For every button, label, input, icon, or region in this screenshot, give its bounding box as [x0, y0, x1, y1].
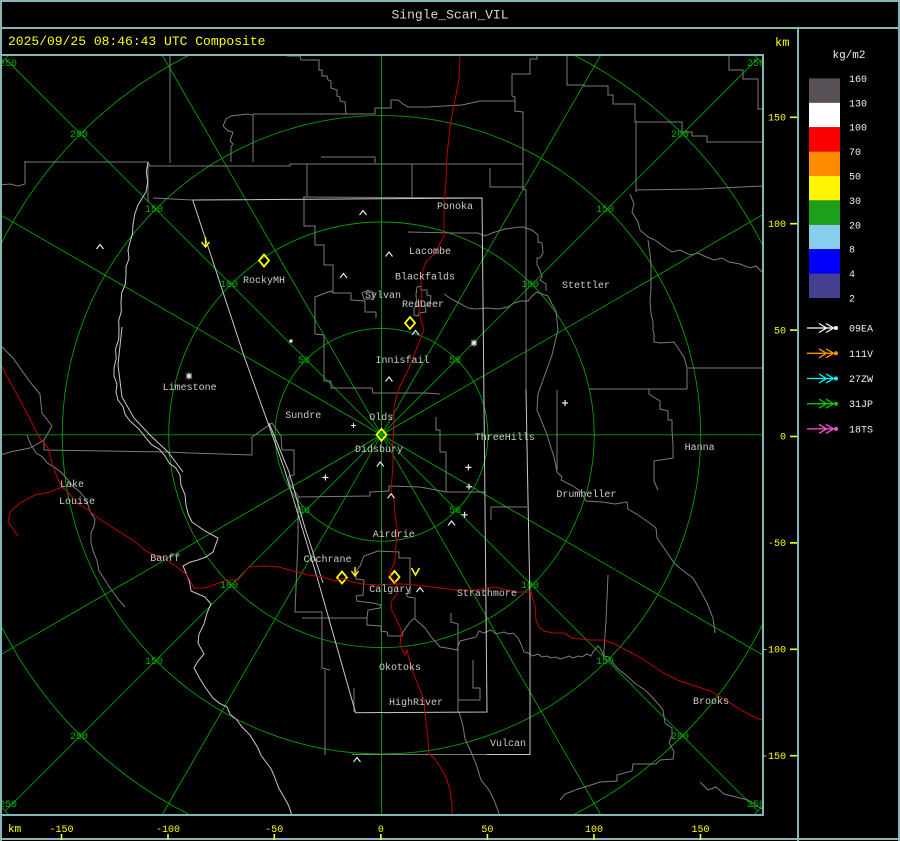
svg-text:2: 2 [849, 295, 855, 306]
svg-text:200: 200 [671, 130, 689, 141]
svg-text:Stettler: Stettler [562, 280, 610, 292]
svg-text:150: 150 [596, 657, 614, 668]
svg-text:Brooks: Brooks [693, 696, 729, 708]
svg-text:0: 0 [780, 433, 786, 444]
svg-text:Calgary: Calgary [369, 584, 411, 596]
svg-text:Hanna: Hanna [685, 443, 715, 454]
svg-text:Lake: Lake [60, 479, 84, 491]
svg-text:100: 100 [849, 124, 867, 135]
svg-text:Strathmore: Strathmore [457, 588, 517, 600]
svg-text:50: 50 [449, 506, 461, 517]
svg-text:18TS: 18TS [849, 425, 873, 436]
svg-text:Lacombe: Lacombe [409, 246, 451, 258]
svg-text:50: 50 [774, 326, 786, 337]
svg-text:km: km [8, 824, 22, 836]
svg-text:200: 200 [70, 130, 88, 141]
svg-text:-150: -150 [762, 752, 786, 763]
svg-text:70: 70 [849, 148, 861, 159]
svg-text:31JP: 31JP [849, 400, 873, 411]
svg-text:Single_Scan_VIL: Single_Scan_VIL [391, 8, 508, 23]
svg-text:150: 150 [145, 205, 163, 216]
svg-text:100: 100 [768, 220, 786, 231]
svg-text:Innisfail: Innisfail [376, 355, 430, 367]
svg-text:kg/m2: kg/m2 [832, 50, 865, 62]
svg-text:100: 100 [220, 280, 238, 291]
svg-text:4: 4 [849, 270, 855, 281]
svg-text:Blackfalds: Blackfalds [395, 272, 455, 284]
svg-text:150: 150 [596, 205, 614, 216]
svg-text:50: 50 [849, 173, 861, 184]
svg-text:Limestone: Limestone [163, 382, 217, 394]
svg-text:2025/09/25 08:46:43 UTC Compos: 2025/09/25 08:46:43 UTC Composite [8, 34, 265, 49]
svg-text:Didsbury: Didsbury [355, 444, 403, 456]
svg-text:Sylvan: Sylvan [365, 290, 401, 302]
svg-text:km: km [775, 36, 789, 50]
svg-text:Sundre: Sundre [285, 410, 321, 422]
svg-text:Olds: Olds [369, 412, 393, 424]
svg-text:-50: -50 [768, 539, 786, 550]
svg-text:30: 30 [849, 197, 861, 208]
svg-text:Airdrie: Airdrie [373, 529, 415, 541]
svg-text:100: 100 [521, 280, 539, 291]
svg-text:200: 200 [70, 732, 88, 743]
svg-text:RockyMH: RockyMH [243, 275, 285, 287]
svg-text:130: 130 [849, 99, 867, 110]
svg-text:50: 50 [449, 356, 461, 367]
svg-text:111V: 111V [849, 350, 873, 361]
svg-text:8: 8 [849, 246, 855, 257]
svg-text:Louise: Louise [59, 496, 95, 508]
svg-text:ThreeHills: ThreeHills [475, 432, 535, 444]
svg-text:Vulcan: Vulcan [490, 738, 526, 750]
svg-text:Banff: Banff [150, 553, 180, 565]
svg-text:200: 200 [671, 732, 689, 743]
svg-text:RedDeer: RedDeer [402, 299, 444, 311]
svg-text:27ZW: 27ZW [849, 375, 873, 386]
svg-text:Okotoks: Okotoks [379, 662, 421, 674]
svg-text:150: 150 [768, 114, 786, 125]
svg-text:20: 20 [849, 221, 861, 232]
svg-text:09EA: 09EA [849, 325, 873, 336]
svg-text:HighRiver: HighRiver [389, 697, 443, 709]
svg-text:250: 250 [0, 59, 17, 70]
svg-text:50: 50 [298, 356, 310, 367]
svg-text:160: 160 [849, 75, 867, 86]
svg-text:Drumheller: Drumheller [556, 489, 616, 501]
svg-text:Cochrane: Cochrane [304, 554, 352, 566]
svg-text:-100: -100 [762, 646, 786, 657]
svg-text:100: 100 [220, 581, 238, 592]
svg-text:150: 150 [145, 657, 163, 668]
svg-text:250: 250 [0, 800, 17, 811]
svg-text:Ponoka: Ponoka [437, 201, 473, 213]
